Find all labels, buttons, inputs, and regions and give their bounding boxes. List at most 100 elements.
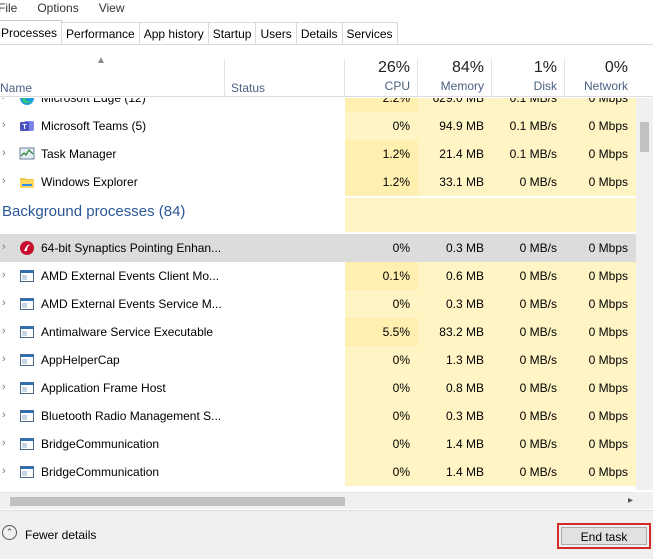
tab-startup[interactable]: Startup bbox=[207, 22, 257, 44]
fewer-details-link[interactable]: Fewer details bbox=[25, 528, 96, 542]
process-name: Application Frame Host bbox=[41, 381, 166, 395]
process-net-value: 0 Mbps bbox=[565, 140, 636, 168]
menu-bar: File Options View bbox=[0, 0, 653, 16]
chevron-right-icon[interactable]: › bbox=[2, 119, 6, 131]
process-mem-value: 83.2 MB bbox=[418, 318, 492, 346]
chevron-right-icon[interactable]: › bbox=[2, 325, 6, 337]
process-name: Bluetooth Radio Management S... bbox=[41, 409, 221, 423]
scroll-corner bbox=[636, 492, 653, 509]
chevron-right-icon[interactable]: › bbox=[2, 409, 6, 421]
process-net-value: 0 Mbps bbox=[565, 374, 636, 402]
tab-app-history[interactable]: App history bbox=[138, 22, 209, 44]
chevron-right-icon[interactable]: › bbox=[2, 465, 6, 477]
task-manager-icon bbox=[19, 146, 35, 162]
group-heat-cells bbox=[345, 198, 636, 232]
chevron-right-icon[interactable]: › bbox=[2, 381, 6, 393]
network-total: 0% bbox=[604, 59, 628, 76]
process-disk-value: 0.1 MB/s bbox=[492, 140, 565, 168]
memory-total: 84% bbox=[451, 59, 484, 76]
process-row[interactable]: › 64-bit Synaptics Pointing Enhan... 0% 0.3… bbox=[0, 234, 636, 262]
process-cpu-value: 0% bbox=[345, 402, 418, 430]
process-disk-value: 0 MB/s bbox=[492, 318, 565, 346]
process-cpu-value: 1.2% bbox=[345, 168, 418, 196]
background-processes-group[interactable]: Background processes (84) bbox=[0, 198, 636, 232]
tab-details[interactable]: Details bbox=[295, 22, 343, 44]
group-label: Background processes (84) bbox=[2, 203, 186, 220]
header-status[interactable]: Status bbox=[231, 81, 265, 95]
menu-file[interactable]: File bbox=[0, 1, 23, 15]
horizontal-scroll-thumb[interactable] bbox=[10, 497, 345, 506]
edge-icon bbox=[19, 98, 35, 106]
process-row[interactable]: › BridgeCommunication 0% 1.4 MB 0 MB/s 0 Mbps bbox=[0, 430, 636, 458]
process-disk-value: 0 MB/s bbox=[492, 168, 565, 196]
chevron-up-circle-icon[interactable]: ⌃ bbox=[2, 525, 17, 540]
scroll-right-icon[interactable]: ▸ bbox=[628, 495, 633, 506]
process-cpu-value: 0% bbox=[392, 241, 410, 255]
app-window-icon bbox=[19, 352, 35, 368]
header-separator bbox=[224, 59, 225, 97]
chevron-right-icon[interactable]: › bbox=[2, 175, 6, 187]
process-row[interactable]: › AMD External Events Client Mo... 0.1% 0.6… bbox=[0, 262, 636, 290]
tab-processes[interactable]: Processes bbox=[0, 20, 63, 44]
horizontal-scrollbar[interactable]: ▸ bbox=[0, 492, 636, 509]
process-disk-value: 0.1 MB/s bbox=[492, 98, 565, 112]
end-task-highlight: End task bbox=[557, 523, 651, 549]
column-header: ▲ Name Status 26% CPU 84% Memory 1% Disk… bbox=[0, 45, 653, 97]
header-name[interactable]: Name bbox=[0, 81, 32, 95]
chevron-right-icon[interactable]: › bbox=[2, 147, 6, 159]
chevron-right-icon[interactable]: › bbox=[2, 297, 6, 309]
chevron-right-icon[interactable]: › bbox=[2, 269, 6, 281]
tab-performance[interactable]: Performance bbox=[61, 22, 140, 44]
chevron-right-icon[interactable]: › bbox=[2, 241, 6, 253]
sort-ascending-icon: ▲ bbox=[96, 55, 106, 66]
process-row[interactable]: › Task Manager 1.2% 21.4 MB 0.1 MB/s 0 Mbps bbox=[0, 140, 636, 168]
app-window-icon bbox=[19, 464, 35, 480]
header-disk[interactable]: 1% Disk bbox=[492, 45, 565, 97]
process-cpu-value: 0.1% bbox=[345, 262, 418, 290]
process-cpu-value: 0% bbox=[345, 374, 418, 402]
menu-options[interactable]: Options bbox=[37, 1, 84, 15]
menu-view[interactable]: View bbox=[99, 1, 131, 15]
process-disk-value: 0 MB/s bbox=[492, 458, 565, 486]
cpu-total: 26% bbox=[377, 59, 410, 76]
process-cpu-value: 1.2% bbox=[345, 140, 418, 168]
process-row[interactable]: › AMD External Events Service M... 0% 0.3 M… bbox=[0, 290, 636, 318]
process-row[interactable]: › BridgeCommunication 0% 1.4 MB 0 MB/s 0 Mbps bbox=[0, 458, 636, 486]
network-label: Network bbox=[583, 79, 628, 93]
chevron-right-icon[interactable]: › bbox=[2, 437, 6, 449]
process-row[interactable]: › T Microsoft Teams (5) 0% 94.9 MB 0.1 MB/s 0 … bbox=[0, 112, 636, 140]
disk-total: 1% bbox=[533, 59, 557, 76]
process-mem-value: 0.3 MB bbox=[418, 290, 492, 318]
tab-services[interactable]: Services bbox=[341, 22, 398, 44]
process-net-value: 0 Mbps bbox=[565, 346, 636, 374]
vertical-scroll-thumb[interactable] bbox=[640, 122, 649, 152]
process-mem-value: 1.4 MB bbox=[418, 430, 492, 458]
process-disk-value: 0 MB/s bbox=[492, 262, 565, 290]
app-window-icon bbox=[19, 268, 35, 284]
app-window-icon bbox=[19, 408, 35, 424]
process-name: AMD External Events Client Mo... bbox=[41, 269, 220, 283]
process-net-value: 0 Mbps bbox=[565, 112, 636, 140]
chevron-right-icon[interactable]: › bbox=[2, 353, 6, 365]
process-row[interactable]: › AppHelperCap 0% 1.3 MB 0 MB/s 0 Mbps bbox=[0, 346, 636, 374]
process-row[interactable]: › Antimalware Service Executable 5.5% 83.2 … bbox=[0, 318, 636, 346]
end-task-button[interactable]: End task bbox=[561, 527, 647, 545]
process-row[interactable]: › Windows Explorer 1.2% 33.1 MB 0 MB/s 0 Mbps bbox=[0, 168, 636, 196]
tab-strip: Processes Performance App history Startu… bbox=[0, 20, 398, 44]
process-row[interactable]: › Microsoft Edge (12) 2.2%629.0 MB0.1 MB/s… bbox=[0, 98, 636, 112]
chevron-right-icon[interactable]: › bbox=[2, 98, 6, 103]
header-cpu[interactable]: 26% CPU bbox=[345, 45, 418, 97]
cpu-label: CPU bbox=[384, 79, 410, 93]
header-network[interactable]: 0% Network bbox=[565, 45, 636, 97]
process-name: 64-bit Synaptics Pointing Enhan... bbox=[41, 241, 221, 255]
process-net-value: 0 Mbps bbox=[565, 168, 636, 196]
process-net-value: 0 Mbps bbox=[565, 262, 636, 290]
header-memory[interactable]: 84% Memory bbox=[418, 45, 492, 97]
app-window-icon bbox=[19, 296, 35, 312]
vertical-scrollbar[interactable] bbox=[636, 98, 653, 490]
process-net-value: 0 Mbps bbox=[565, 290, 636, 318]
process-row[interactable]: › Application Frame Host 0% 0.8 MB 0 MB/s 0 M… bbox=[0, 374, 636, 402]
tab-users[interactable]: Users bbox=[255, 22, 297, 44]
process-net-value: 0 Mbps bbox=[565, 318, 636, 346]
process-row[interactable]: › Bluetooth Radio Management S... 0% 0.3 MB… bbox=[0, 402, 636, 430]
